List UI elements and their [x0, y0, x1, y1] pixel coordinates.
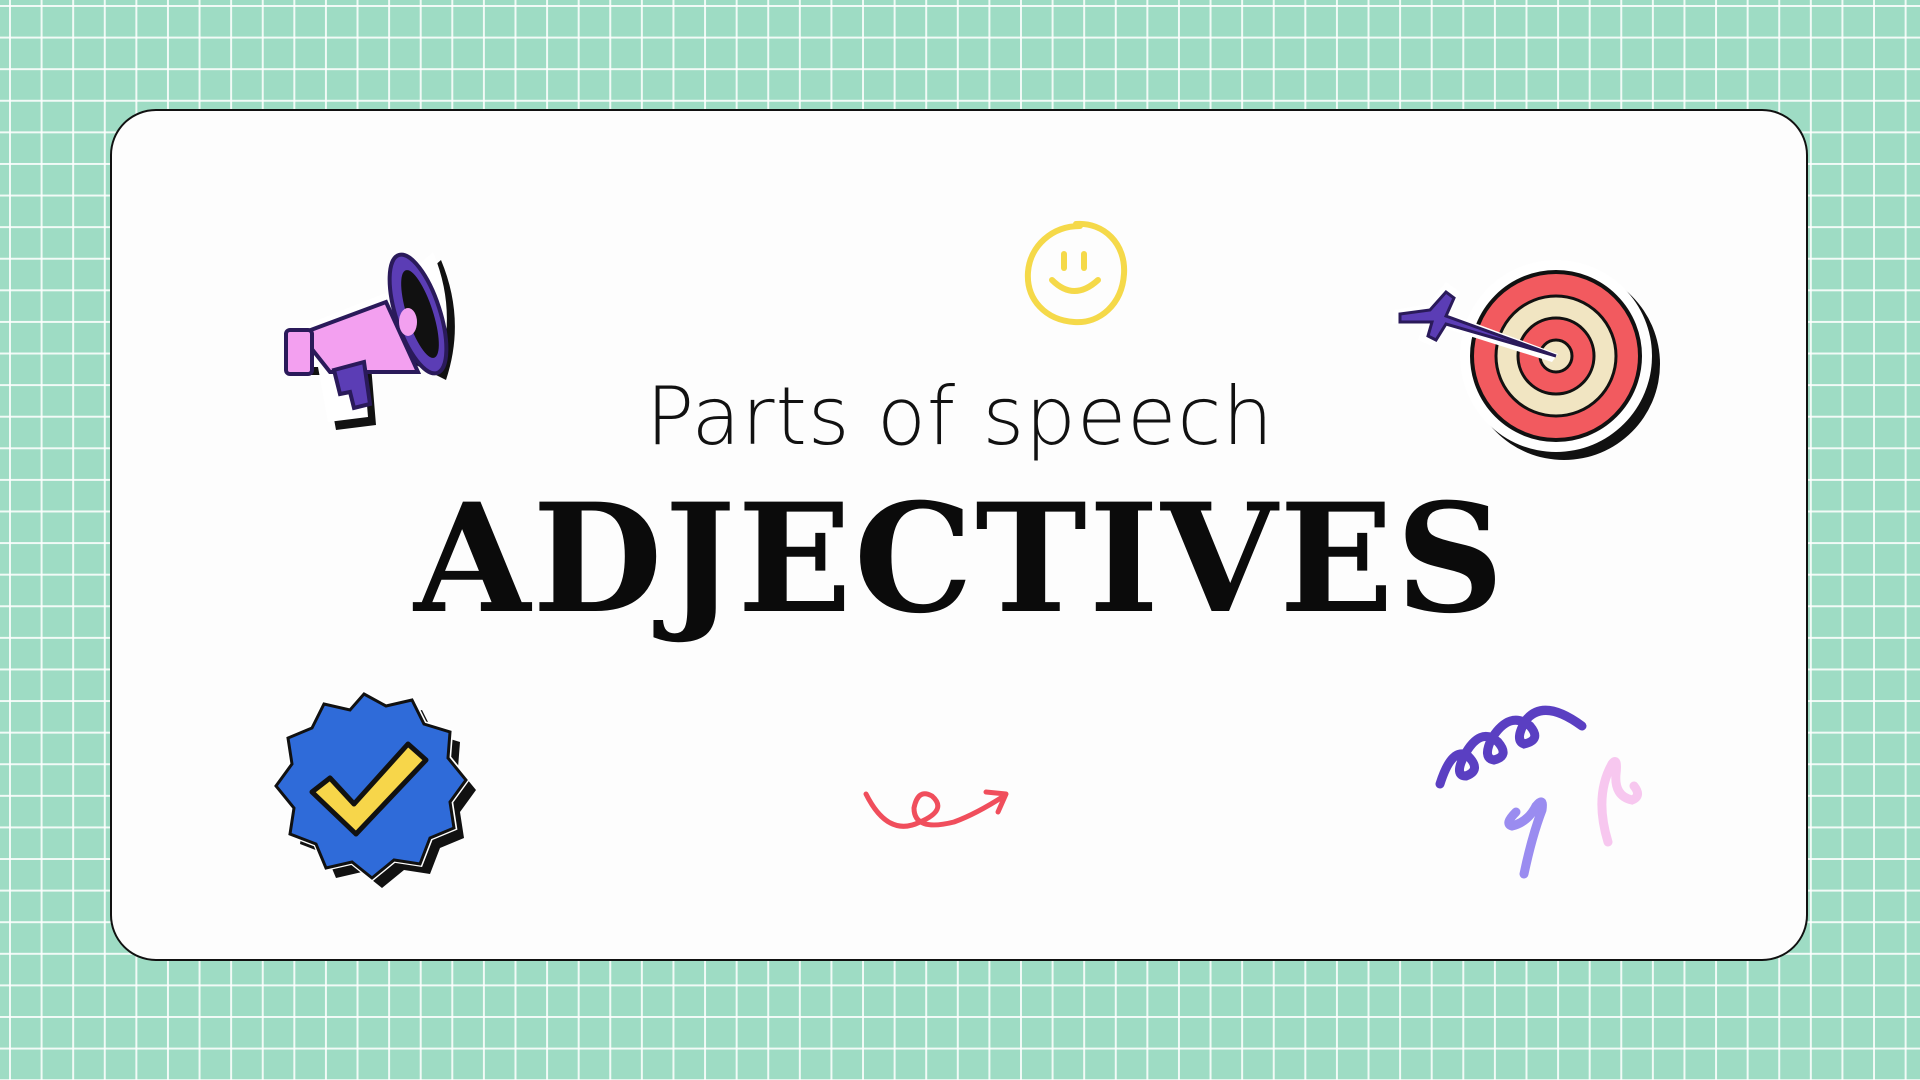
target-with-arrow-icon	[1388, 260, 1678, 472]
megaphone-icon	[268, 222, 478, 442]
checkmark-badge-icon	[268, 688, 476, 888]
smiley-face-icon	[1018, 216, 1134, 332]
squiggle-doodles-icon	[1432, 696, 1672, 896]
page-title: ADJECTIVES	[414, 471, 1506, 647]
curly-arrow-icon	[858, 774, 1018, 854]
